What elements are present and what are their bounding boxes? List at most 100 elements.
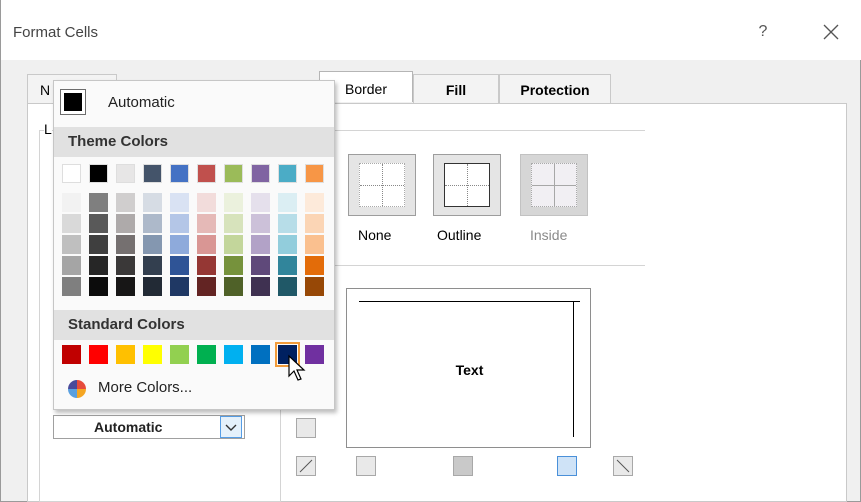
theme-shade-swatch[interactable] — [197, 277, 216, 296]
theme-shade-swatch[interactable] — [62, 193, 81, 212]
standard-color-swatch[interactable] — [89, 345, 108, 364]
theme-shade-swatch[interactable] — [278, 277, 297, 296]
theme-shade-swatch[interactable] — [62, 277, 81, 296]
title-bar: Format Cells ? — [1, 0, 861, 60]
theme-shade-swatch[interactable] — [224, 235, 243, 254]
theme-shade-swatch[interactable] — [62, 256, 81, 275]
theme-shade-swatch[interactable] — [170, 256, 189, 275]
theme-shade-swatch[interactable] — [170, 235, 189, 254]
theme-shade-swatch[interactable] — [251, 193, 270, 212]
tab-protection[interactable]: Protection — [499, 74, 611, 104]
theme-shade-swatch[interactable] — [143, 214, 162, 233]
border-right-button[interactable] — [557, 456, 577, 476]
theme-color-swatch[interactable] — [143, 164, 162, 183]
theme-shade-swatch[interactable] — [170, 214, 189, 233]
theme-shade-swatch[interactable] — [197, 214, 216, 233]
preset-inside-button[interactable] — [520, 154, 588, 216]
theme-shade-swatch[interactable] — [170, 277, 189, 296]
standard-color-swatch[interactable] — [143, 345, 162, 364]
theme-shade-swatch[interactable] — [89, 277, 108, 296]
theme-shade-swatch[interactable] — [62, 235, 81, 254]
tab-fill[interactable]: Fill — [413, 74, 499, 104]
presets-separator — [335, 130, 645, 131]
border-diagonal-down-button[interactable] — [613, 456, 633, 476]
theme-shade-swatch[interactable] — [143, 193, 162, 212]
theme-shade-swatch[interactable] — [278, 214, 297, 233]
theme-shade-swatch[interactable] — [224, 277, 243, 296]
theme-shade-swatch[interactable] — [89, 235, 108, 254]
theme-shade-swatch[interactable] — [305, 214, 324, 233]
theme-shade-swatch[interactable] — [89, 256, 108, 275]
theme-shade-swatch[interactable] — [224, 214, 243, 233]
mouse-cursor-icon — [288, 354, 306, 381]
standard-color-swatch[interactable] — [170, 345, 189, 364]
theme-shade-swatch[interactable] — [224, 193, 243, 212]
theme-shade-swatch[interactable] — [224, 256, 243, 275]
standard-color-swatch[interactable] — [251, 345, 270, 364]
theme-shade-swatch[interactable] — [116, 193, 135, 212]
theme-shade-swatch[interactable] — [116, 256, 135, 275]
diagonal-down-icon — [616, 459, 630, 473]
theme-shade-swatch[interactable] — [116, 277, 135, 296]
theme-shade-swatch[interactable] — [278, 256, 297, 275]
border-inner-vertical-button[interactable] — [453, 456, 473, 476]
border-left-button[interactable] — [356, 456, 376, 476]
theme-shade-swatch[interactable] — [197, 193, 216, 212]
color-wheel-icon — [68, 380, 86, 398]
theme-shade-swatch[interactable] — [89, 193, 108, 212]
theme-shade-swatch[interactable] — [251, 235, 270, 254]
theme-shade-swatch[interactable] — [251, 277, 270, 296]
theme-shade-swatch[interactable] — [278, 193, 297, 212]
diagonal-up-icon — [299, 459, 313, 473]
preset-none-label: None — [358, 227, 392, 243]
theme-shade-swatch[interactable] — [251, 214, 270, 233]
theme-shade-swatch[interactable] — [143, 277, 162, 296]
theme-shade-swatch[interactable] — [305, 235, 324, 254]
theme-colors-header: Theme Colors — [54, 127, 334, 157]
standard-color-swatch[interactable] — [197, 345, 216, 364]
theme-color-swatch[interactable] — [62, 164, 81, 183]
automatic-color-swatch — [60, 89, 86, 115]
theme-shade-swatch[interactable] — [251, 256, 270, 275]
theme-color-swatch[interactable] — [278, 164, 297, 183]
theme-color-swatch[interactable] — [116, 164, 135, 183]
theme-color-swatch[interactable] — [89, 164, 108, 183]
chevron-down-icon — [225, 424, 237, 431]
automatic-color-option[interactable]: Automatic — [54, 85, 334, 121]
theme-color-swatch[interactable] — [170, 164, 189, 183]
line-color-dropdown-button[interactable] — [220, 416, 242, 438]
close-button[interactable] — [817, 18, 845, 46]
theme-shade-swatch[interactable] — [305, 256, 324, 275]
standard-color-swatch[interactable] — [62, 345, 81, 364]
theme-color-swatch[interactable] — [251, 164, 270, 183]
automatic-color-label: Automatic — [108, 94, 175, 111]
preview-top-border — [359, 301, 580, 302]
line-color-combo[interactable]: Automatic — [53, 415, 245, 439]
preset-outline-button[interactable] — [433, 154, 501, 216]
theme-shade-swatch[interactable] — [278, 235, 297, 254]
theme-color-swatch[interactable] — [224, 164, 243, 183]
standard-color-swatch[interactable] — [224, 345, 243, 364]
border-separator — [335, 265, 645, 266]
theme-shade-swatch[interactable] — [305, 277, 324, 296]
theme-shade-swatch[interactable] — [116, 214, 135, 233]
theme-shade-swatch[interactable] — [143, 235, 162, 254]
border-diagonal-up-button[interactable] — [296, 456, 316, 476]
theme-shade-swatch[interactable] — [62, 214, 81, 233]
preset-none-button[interactable] — [348, 154, 416, 216]
theme-color-swatch[interactable] — [197, 164, 216, 183]
preset-outline-label: Outline — [437, 227, 482, 243]
theme-shade-swatch[interactable] — [197, 256, 216, 275]
theme-shade-swatch[interactable] — [305, 193, 324, 212]
theme-shade-swatch[interactable] — [116, 235, 135, 254]
standard-color-swatch[interactable] — [116, 345, 135, 364]
theme-color-swatch[interactable] — [305, 164, 324, 183]
theme-shade-swatch[interactable] — [143, 256, 162, 275]
theme-shade-swatch[interactable] — [89, 214, 108, 233]
theme-shade-swatch[interactable] — [170, 193, 189, 212]
more-colors-label: More Colors... — [98, 379, 193, 396]
border-preview[interactable]: Text — [346, 288, 591, 448]
border-inner-horizontal-button[interactable] — [296, 418, 316, 438]
theme-shade-swatch[interactable] — [197, 235, 216, 254]
help-button[interactable]: ? — [751, 20, 775, 44]
